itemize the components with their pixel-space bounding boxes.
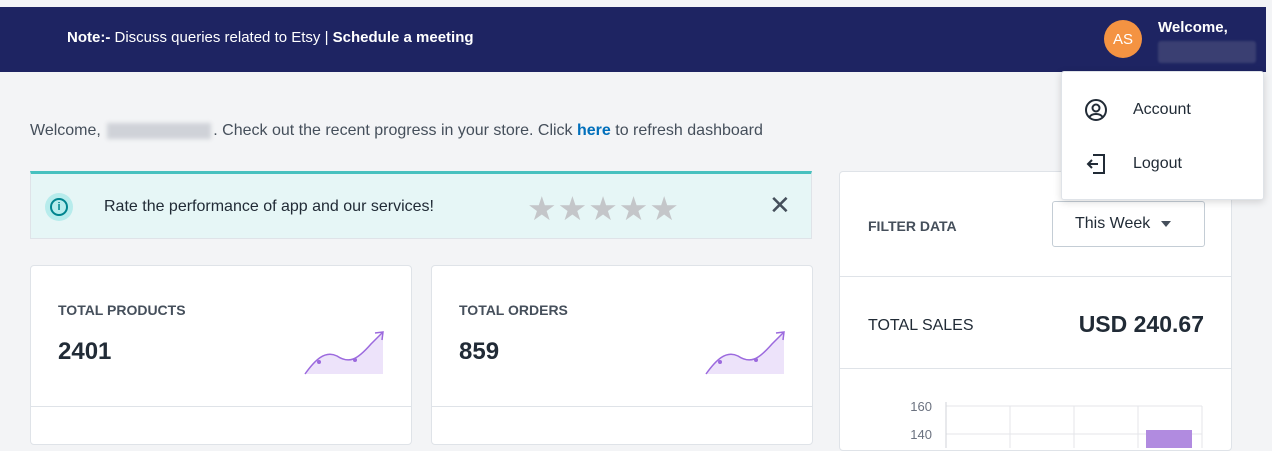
- note-body: Discuss queries related to Etsy |: [110, 29, 333, 46]
- card-divider: [31, 406, 411, 407]
- total-sales-value: USD 240.67: [1078, 311, 1204, 337]
- filter-panel: FILTER DATA This Week TOTAL SALES USD 24…: [839, 171, 1232, 451]
- top-bar: Note:- Discuss queries related to Etsy |…: [0, 7, 1266, 72]
- chart-tick-label: 160: [910, 399, 932, 414]
- account-label: Account: [1133, 101, 1191, 118]
- logout-menu-item[interactable]: Logout: [1084, 149, 1182, 179]
- trend-up-icon: [705, 331, 785, 375]
- refresh-here-link[interactable]: here: [577, 122, 611, 139]
- note-text: Note:- Discuss queries related to Etsy |…: [67, 29, 474, 46]
- logout-icon: [1086, 154, 1105, 174]
- card-divider: [432, 406, 812, 407]
- sales-chart: 160 140: [910, 399, 1203, 448]
- redacted-username: [1158, 41, 1256, 63]
- star-icon[interactable]: ★: [588, 190, 619, 227]
- card-value: 2401: [58, 338, 112, 365]
- schedule-meeting-link[interactable]: Schedule a meeting: [333, 29, 474, 46]
- total-products-card: TOTAL PRODUCTS 2401: [30, 265, 412, 445]
- redacted-store-name: [107, 122, 212, 139]
- star-icon[interactable]: ★: [649, 190, 680, 227]
- star-rating[interactable]: ★★★★★: [527, 189, 680, 228]
- star-icon[interactable]: ★: [619, 190, 650, 227]
- note-prefix: Note:-: [67, 29, 111, 46]
- chevron-down-icon: [1161, 221, 1172, 227]
- logout-label: Logout: [1133, 155, 1182, 172]
- welcome-suffix: to refresh dashboard: [610, 122, 763, 139]
- account-icon: [1085, 99, 1107, 121]
- card-value: 859: [459, 338, 500, 365]
- welcome-message: Welcome, . Check out the recent progress…: [30, 122, 763, 140]
- trend-up-icon: [304, 331, 384, 375]
- total-sales-label: TOTAL SALES: [868, 317, 974, 334]
- close-icon[interactable]: ✕: [769, 192, 791, 218]
- avatar[interactable]: AS: [1104, 20, 1142, 58]
- account-dropdown: Account Logout: [1061, 71, 1264, 200]
- card-title: TOTAL PRODUCTS: [58, 302, 186, 318]
- star-icon[interactable]: ★: [527, 190, 558, 227]
- total-orders-card: TOTAL ORDERS 859: [431, 265, 813, 445]
- filter-data-label: FILTER DATA: [868, 218, 957, 234]
- rating-prompt: Rate the performance of app and our serv…: [104, 198, 434, 215]
- account-menu-item[interactable]: Account: [1084, 95, 1191, 125]
- welcome-prefix: Welcome,: [30, 122, 106, 139]
- card-title: TOTAL ORDERS: [459, 302, 568, 318]
- star-icon[interactable]: ★: [558, 190, 589, 227]
- chart-bar: [1146, 430, 1192, 448]
- welcome-user-label[interactable]: Welcome,: [1158, 19, 1228, 36]
- welcome-middle: . Check out the recent progress in your …: [213, 122, 577, 139]
- rating-banner: i Rate the performance of app and our se…: [30, 171, 812, 239]
- period-select-value: This Week: [1075, 215, 1151, 232]
- period-select[interactable]: This Week: [1052, 201, 1205, 247]
- info-icon: i: [45, 193, 73, 221]
- divider: [840, 276, 1231, 277]
- chart-tick-label: 140: [910, 427, 932, 442]
